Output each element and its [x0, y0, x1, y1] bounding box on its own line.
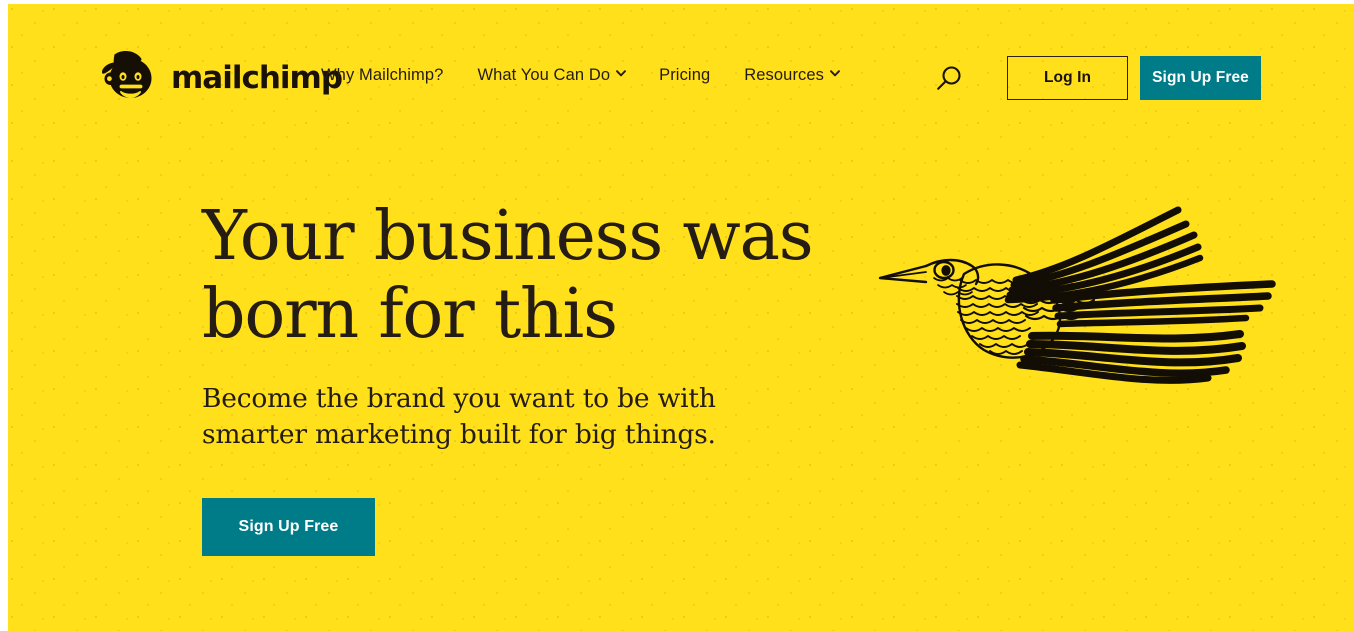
signup-free-button-hero[interactable]: Sign Up Free — [202, 497, 375, 556]
nav-label: Why Mailchimp? — [321, 66, 444, 84]
headline-line-2: born for this — [202, 274, 618, 354]
nav-label: What You Can Do — [477, 66, 611, 84]
chevron-down-icon — [616, 70, 627, 79]
subhead-line-2: smarter marketing built for big things. — [202, 419, 716, 451]
header-actions: Log In Sign Up Free — [927, 56, 1261, 100]
hero-subheading: Become the brand you want to be with sma… — [202, 381, 862, 454]
site-header: mailchimp Why Mailchimp? What You Can Do… — [8, 4, 1354, 152]
freddie-chimp-icon — [100, 45, 162, 107]
hero-copy: Your business was born for this Become t… — [202, 198, 862, 556]
nav-item-what-you-can-do[interactable]: What You Can Do — [477, 66, 627, 85]
mailchimp-logo[interactable]: mailchimp — [100, 44, 343, 108]
page-title: Your business was born for this — [202, 198, 862, 353]
chevron-down-icon — [830, 70, 840, 79]
nav-label: Pricing — [659, 66, 711, 84]
nav-item-why-mailchimp[interactable]: Why Mailchimp? — [321, 66, 443, 85]
signup-free-button-header[interactable]: Sign Up Free — [1140, 56, 1261, 100]
nav-label: Resources — [744, 66, 825, 84]
mailchimp-wordmark: mailchimp — [171, 59, 343, 96]
login-button[interactable]: Log In — [1007, 56, 1128, 100]
flying-bird-illustration — [868, 184, 1288, 396]
subhead-line-1: Become the brand you want to be with — [202, 383, 716, 415]
headline-line-1: Your business was — [202, 197, 814, 276]
nav-item-resources[interactable]: Resources — [744, 66, 840, 85]
page-root: mailchimp Why Mailchimp? What You Can Do… — [8, 4, 1354, 631]
nav-item-pricing[interactable]: Pricing — [659, 66, 710, 85]
main-navigation: Why Mailchimp? What You Can Do Pricing R… — [321, 66, 840, 85]
search-icon[interactable] — [927, 56, 971, 100]
